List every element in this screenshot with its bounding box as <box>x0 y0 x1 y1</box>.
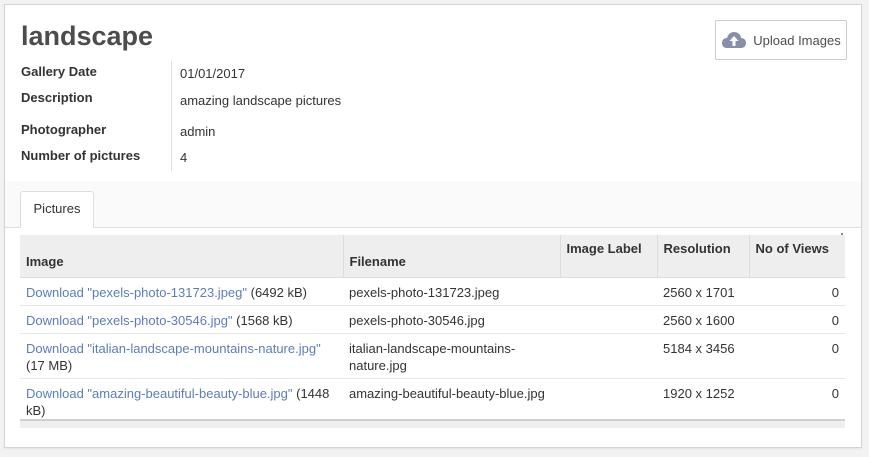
number-of-pictures-value: 4 <box>180 150 188 165</box>
table-footer <box>20 419 845 428</box>
resolution-cell: 1920 x 1252 <box>657 378 749 424</box>
download-link[interactable]: Download "pexels-photo-30546.jpg" <box>26 313 233 328</box>
views-cell: 0 <box>749 305 845 334</box>
resolution-cell: 5184 x 3456 <box>657 333 749 379</box>
resolution-cell: 2560 x 1701 <box>657 277 749 306</box>
column-header-resolution[interactable]: Resolution <box>657 235 750 278</box>
image-cell: Download "pexels-photo-131723.jpeg" (649… <box>20 277 343 306</box>
column-header-image-label[interactable]: Image Label <box>560 235 658 278</box>
form-sheet: landscape Upload Images Gallery Date 01/… <box>4 4 862 448</box>
table-row[interactable]: Download "italian-landscape-mountains-na… <box>20 333 845 379</box>
download-link[interactable]: Download "italian-landscape-mountains-na… <box>26 341 321 356</box>
image-label-cell <box>560 333 657 379</box>
description-value: amazing landscape pictures <box>180 93 342 108</box>
file-size: (1568 kB) <box>232 312 293 328</box>
filename-cell: amazing-beautiful-beauty-blue.jpg <box>343 378 560 424</box>
resolution-cell: 2560 x 1600 <box>657 305 749 334</box>
image-label-cell <box>560 378 657 424</box>
page-title: landscape <box>21 21 154 51</box>
description-label: Description <box>21 90 93 105</box>
download-link[interactable]: Download "pexels-photo-131723.jpeg" <box>26 285 247 300</box>
cloud-upload-icon <box>721 30 747 50</box>
number-of-pictures-label: Number of pictures <box>21 148 141 163</box>
filename-cell: pexels-photo-131723.jpeg <box>343 277 560 306</box>
table-row[interactable]: Download "pexels-photo-30546.jpg" (1568 … <box>20 305 845 334</box>
gallery-date-value: 01/01/2017 <box>180 66 246 81</box>
views-cell: 0 <box>749 378 845 424</box>
filename-cell: pexels-photo-30546.jpg <box>343 305 560 334</box>
gallery-date-label: Gallery Date <box>21 64 97 79</box>
file-size: (17 MB) <box>26 357 73 373</box>
table-header-row: Image Filename Image Label Resolution No… <box>20 235 845 278</box>
column-header-filename[interactable]: Filename <box>343 235 561 278</box>
upload-images-label: Upload Images <box>753 32 841 48</box>
download-link[interactable]: Download "amazing-beautiful-beauty-blue.… <box>26 386 293 401</box>
image-cell: Download "italian-landscape-mountains-na… <box>20 333 343 379</box>
notebook-header <box>5 181 861 228</box>
photographer-label: Photographer <box>21 122 107 137</box>
pictures-table: Image Filename Image Label Resolution No… <box>20 235 845 424</box>
field-divider <box>171 61 172 171</box>
table-row[interactable]: Download "pexels-photo-131723.jpeg" (649… <box>20 277 845 306</box>
column-header-image[interactable]: Image <box>20 235 344 278</box>
views-cell: 0 <box>749 277 845 306</box>
file-size: (6492 kB) <box>247 284 307 300</box>
photographer-value: admin <box>180 124 216 139</box>
column-header-views[interactable]: No of Views <box>749 235 845 278</box>
image-cell: Download "pexels-photo-30546.jpg" (1568 … <box>20 305 343 334</box>
image-label-cell <box>560 277 657 306</box>
views-cell: 0 <box>749 333 845 379</box>
image-cell: Download "amazing-beautiful-beauty-blue.… <box>20 378 343 424</box>
upload-images-button[interactable]: Upload Images <box>715 20 847 60</box>
tab-pictures[interactable]: Pictures <box>20 191 94 228</box>
image-label-cell <box>560 305 657 334</box>
table-row[interactable]: Download "amazing-beautiful-beauty-blue.… <box>20 378 845 424</box>
filename-cell: italian-landscape-mountains-nature.jpg <box>343 333 560 379</box>
